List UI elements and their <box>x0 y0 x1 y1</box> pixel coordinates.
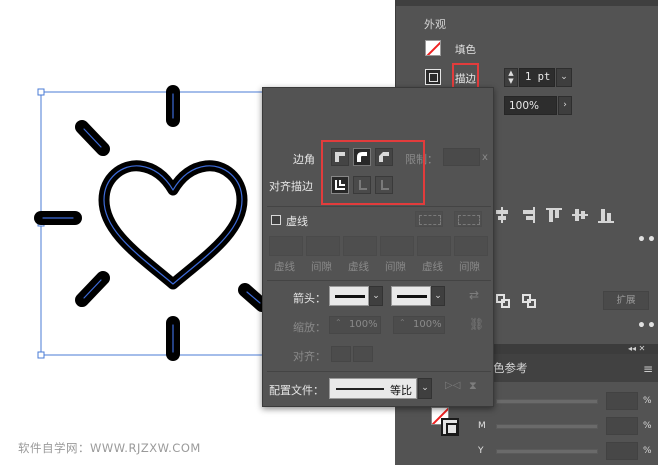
collapse-panel-icon[interactable]: ◂◂ ✕ <box>628 344 645 353</box>
dashed-line-checkbox[interactable] <box>271 215 281 225</box>
dash-field-3[interactable] <box>417 236 451 256</box>
align-middle-vertical-icon[interactable] <box>572 207 588 223</box>
stroke-swatch-icon[interactable] <box>425 69 441 85</box>
arrow-label: 箭头： <box>293 292 326 305</box>
miter-limit-input[interactable] <box>443 148 480 166</box>
channel-pct-y: % <box>643 446 652 456</box>
gap-field-2[interactable] <box>380 236 414 256</box>
dash-caption-3: 虚线 <box>422 261 443 273</box>
gap-field-3[interactable] <box>454 236 488 256</box>
channel-slider-y[interactable] <box>496 449 598 454</box>
channel-pct-c: % <box>643 396 652 406</box>
pathfinder-icons <box>496 294 536 308</box>
scale-label: 缩放： <box>293 321 326 334</box>
channel-label-m: M <box>478 421 486 431</box>
profile-value: 等比 <box>390 384 412 397</box>
stroke-options-popup: 边角 限制： x 对齐描边 虚线 虚线 间隙 虚线 间隙 虚线 间隙 箭头： ⌄… <box>262 87 494 407</box>
arrow-end-select[interactable] <box>391 286 431 306</box>
dash-caption-1: 虚线 <box>274 261 295 273</box>
gap-field-1[interactable] <box>306 236 340 256</box>
limit-unit: x <box>482 152 488 163</box>
fill-label[interactable]: 填色 <box>455 42 476 57</box>
align-center-horizontal-icon[interactable] <box>494 207 510 223</box>
corner-label: 边角 <box>293 153 315 166</box>
dash-preserve-icon[interactable] <box>415 211 443 227</box>
dash-align-corners-icon[interactable] <box>454 211 482 227</box>
dash-field-2[interactable] <box>343 236 377 256</box>
selection-handle-bl[interactable] <box>37 351 45 359</box>
selection-handle-tl[interactable] <box>37 88 45 96</box>
swap-arrow-icon[interactable]: ⇄ <box>469 288 479 302</box>
divider <box>267 280 491 281</box>
gap-caption-1: 间隙 <box>311 261 332 273</box>
arrow-start-select[interactable] <box>329 286 369 306</box>
appearance-section-title: 外观 <box>424 18 446 31</box>
align-arrow-label: 对齐： <box>293 350 326 363</box>
more-options-icon-2[interactable]: ••• <box>637 318 658 334</box>
align-buttons-row <box>494 207 614 223</box>
profile-select[interactable]: 等比 <box>329 378 417 399</box>
channel-input-c[interactable] <box>606 392 638 410</box>
stroke-weight-dropdown[interactable]: ⌄ <box>556 68 572 87</box>
stroke-weight-input[interactable]: 1 pt <box>519 68 555 87</box>
channel-input-y[interactable] <box>606 442 638 460</box>
divider <box>267 371 491 372</box>
expand-button[interactable]: 扩展 <box>603 291 649 310</box>
watermark-text: 软件自学网：WWW.RJZXW.COM <box>18 441 201 455</box>
corner-align-highlight-box <box>321 140 425 205</box>
channel-slider-c[interactable] <box>496 399 598 404</box>
more-options-icon[interactable]: ••• <box>637 232 658 248</box>
stroke-weight-stepper[interactable]: ▲ ▼ <box>504 68 518 87</box>
align-top-icon[interactable] <box>546 207 562 223</box>
dashed-line-label: 虚线 <box>286 215 308 228</box>
channel-input-m[interactable] <box>606 417 638 435</box>
sun-rays <box>34 85 269 361</box>
pathfinder-intersect-icon[interactable] <box>522 294 536 308</box>
align-right-icon[interactable] <box>520 207 536 223</box>
link-icon[interactable]: ⛓ <box>469 317 484 331</box>
color-stroke-swatch-icon[interactable] <box>441 418 459 436</box>
gap-caption-2: 间隙 <box>385 261 406 273</box>
fill-swatch-icon[interactable] <box>425 40 441 56</box>
arrow-start-dropdown[interactable]: ⌄ <box>369 286 383 306</box>
gap-caption-3: 间隙 <box>459 261 480 273</box>
channel-slider-m[interactable] <box>496 424 598 429</box>
scale-end-input[interactable]: 100% <box>393 316 445 334</box>
opacity-input[interactable]: 100% <box>504 96 557 115</box>
pathfinder-minus-front-icon[interactable] <box>496 294 510 308</box>
channel-pct-m: % <box>643 421 652 431</box>
panel-top-bar <box>396 0 658 6</box>
flip-across-icon[interactable]: ⧗ <box>469 379 477 393</box>
tab-color-guide[interactable]: 色参考 <box>493 354 528 382</box>
arrow-align-end-icon[interactable] <box>353 346 373 362</box>
profile-label: 配置文件： <box>269 384 324 397</box>
arrow-align-tip-icon[interactable] <box>331 346 351 362</box>
align-bottom-icon[interactable] <box>598 207 614 223</box>
dash-field-1[interactable] <box>269 236 303 256</box>
profile-dropdown[interactable]: ⌄ <box>418 378 432 399</box>
menu-icon[interactable]: ≡ <box>643 362 653 376</box>
scale-start-input[interactable]: 100% <box>329 316 381 334</box>
heart-sun-artwork <box>98 160 248 290</box>
align-stroke-label: 对齐描边 <box>269 180 313 193</box>
channel-label-y: Y <box>478 446 484 456</box>
flip-along-icon[interactable]: ▷◁ <box>445 380 460 391</box>
opacity-arrow-button[interactable]: › <box>558 96 572 115</box>
arrow-end-dropdown[interactable]: ⌄ <box>431 286 445 306</box>
dash-caption-2: 虚线 <box>348 261 369 273</box>
divider <box>267 206 491 207</box>
